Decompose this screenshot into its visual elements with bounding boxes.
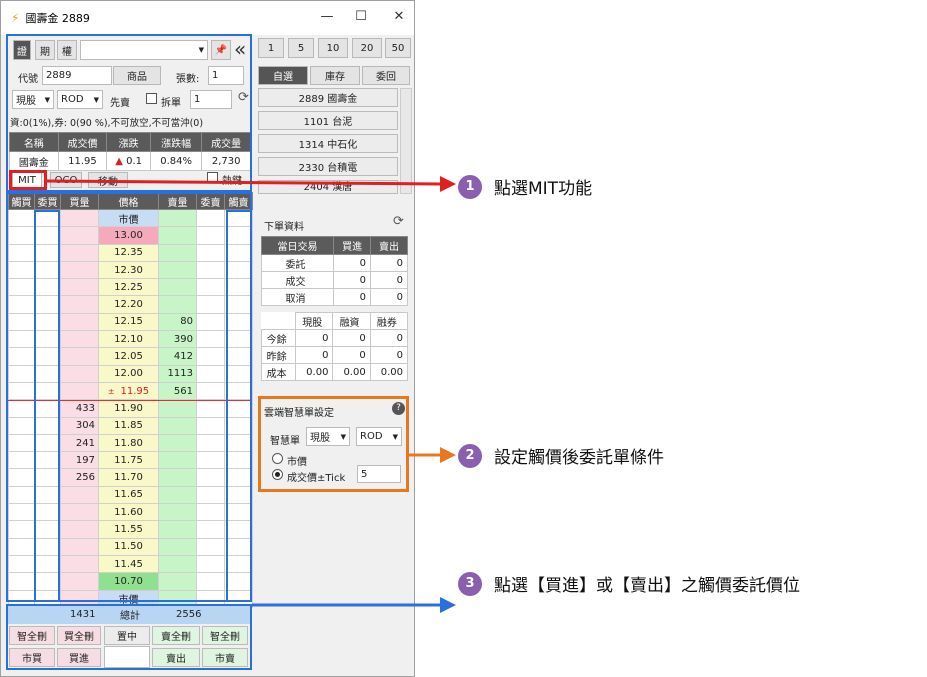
arrow-1 <box>46 179 441 186</box>
arrow-2-head <box>440 447 456 463</box>
arrow-1-head <box>440 176 456 192</box>
annotation-1: 1 點選MIT功能 <box>458 174 592 199</box>
step-badge: 3 <box>458 571 482 596</box>
step-badge: 1 <box>458 174 482 199</box>
annotation-2: 2 設定觸價後委託單條件 <box>458 443 664 468</box>
arrow-3-head <box>440 597 456 613</box>
annotation-3: 3 點選【買進】或【賣出】之觸價委託價位 <box>458 571 800 596</box>
step-badge: 2 <box>458 443 482 468</box>
